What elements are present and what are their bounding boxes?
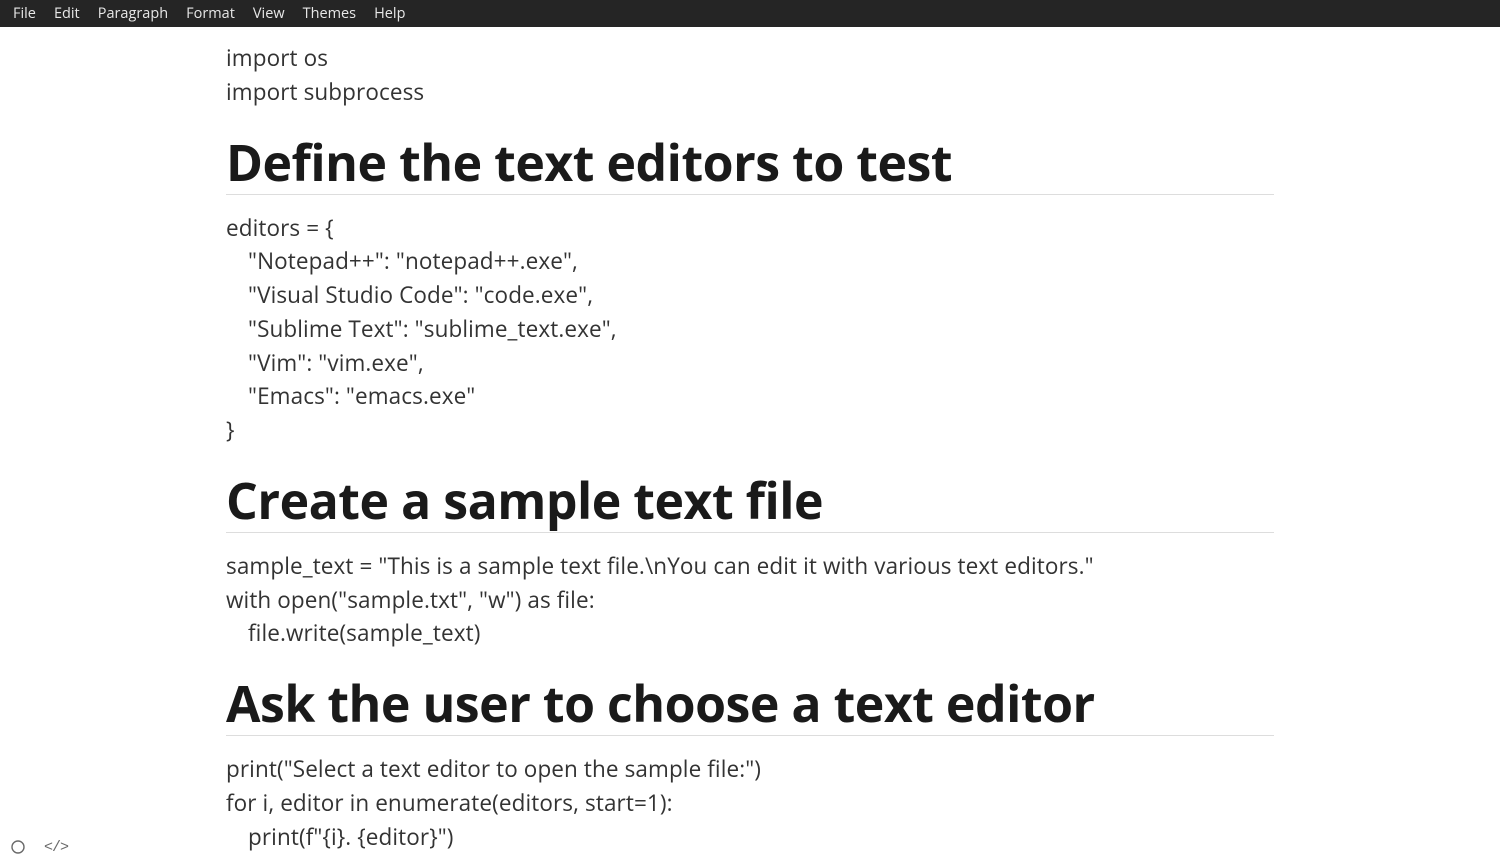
circle-icon[interactable]: [10, 839, 26, 855]
document-line: "Sublime Text": "sublime_text.exe",: [226, 312, 1274, 346]
document-line: for i, editor in enumerate(editors, star…: [226, 786, 1274, 820]
heading-ask-user: Ask the user to choose a text editor: [226, 676, 1274, 736]
menu-format[interactable]: Format: [177, 0, 244, 27]
document-line: import os: [226, 41, 1274, 75]
statusbar: </>: [0, 831, 78, 863]
heading-define-editors: Define the text editors to test: [226, 135, 1274, 195]
heading-create-sample: Create a sample text file: [226, 473, 1274, 533]
menu-view[interactable]: View: [244, 0, 294, 27]
menu-themes[interactable]: Themes: [294, 0, 366, 27]
menu-file[interactable]: File: [4, 0, 45, 27]
menu-help[interactable]: Help: [365, 0, 414, 27]
document-line: "Vim": "vim.exe",: [226, 346, 1274, 380]
document-line: "Emacs": "emacs.exe": [226, 379, 1274, 413]
document-line: print(f"{i}. {editor}"): [226, 820, 1274, 854]
code-view-icon[interactable]: </>: [44, 839, 68, 856]
document-line: file.write(sample_text): [226, 616, 1274, 650]
menu-edit[interactable]: Edit: [45, 0, 89, 27]
content-scroll-area[interactable]: import os import subprocess Define the t…: [0, 27, 1500, 863]
document-line: with open("sample.txt", "w") as file:: [226, 583, 1274, 617]
document-line: }: [226, 413, 1274, 447]
document-line: import subprocess: [226, 75, 1274, 109]
document-line: editors = {: [226, 211, 1274, 245]
menu-paragraph[interactable]: Paragraph: [89, 0, 177, 27]
document-line: sample_text = "This is a sample text fil…: [226, 549, 1274, 583]
document-line: "Notepad++": "notepad++.exe",: [226, 244, 1274, 278]
document-line: print("Select a text editor to open the …: [226, 752, 1274, 786]
document-body[interactable]: import os import subprocess Define the t…: [226, 27, 1274, 863]
menubar: File Edit Paragraph Format View Themes H…: [0, 0, 1500, 27]
document-line: "Visual Studio Code": "code.exe",: [226, 278, 1274, 312]
